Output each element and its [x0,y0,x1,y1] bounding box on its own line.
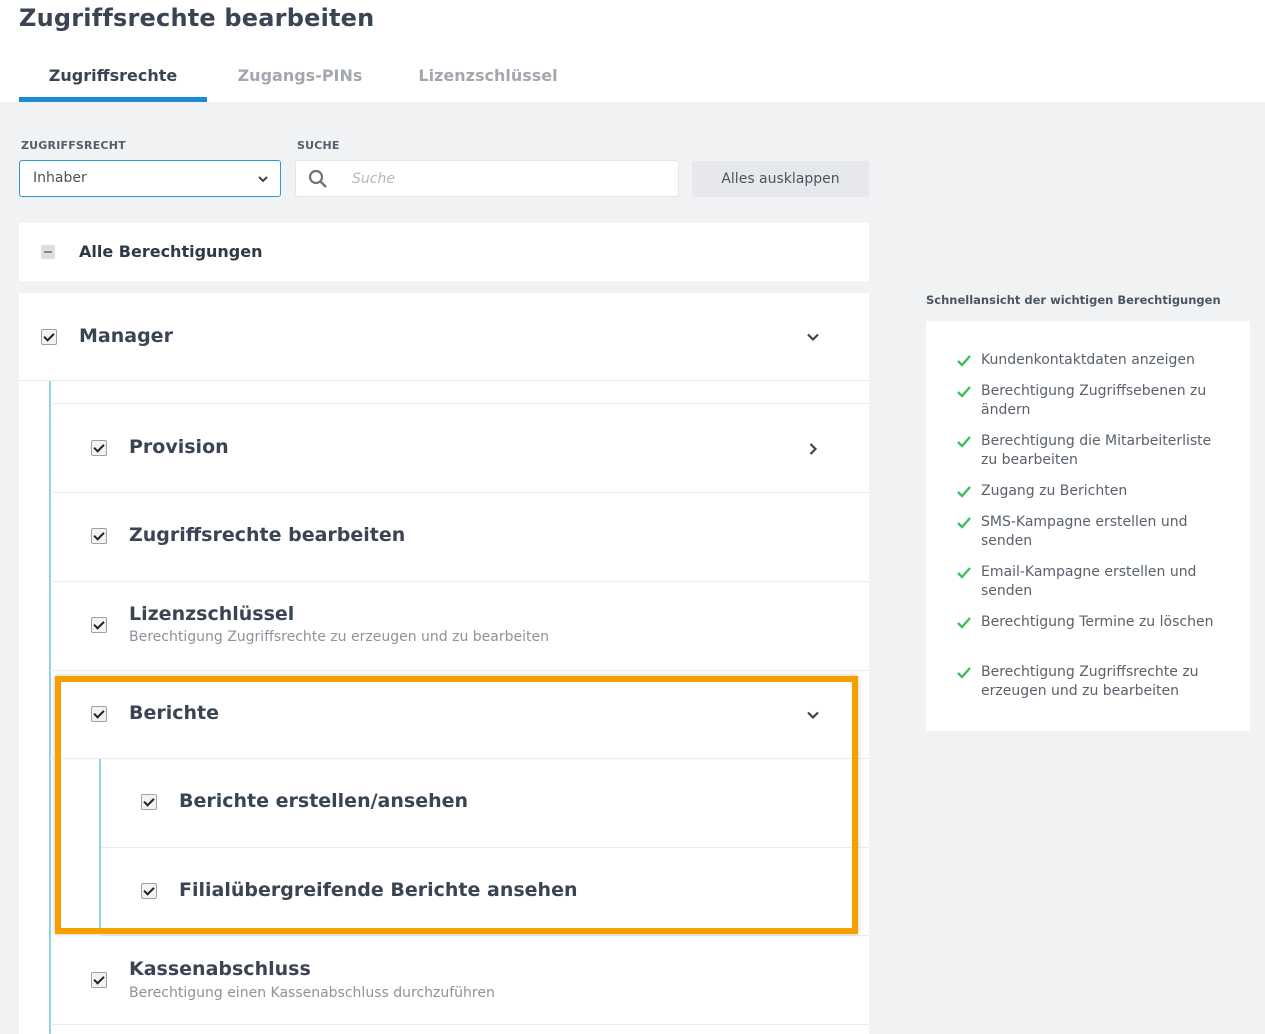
permission-tree: Manager Provision Zugriffsrechte bearbei… [19,293,869,1034]
quick-view-item: Berechtigung Zugriffsrechte zu erzeugen … [981,664,1199,699]
provision-checkbox[interactable] [91,440,107,456]
tree-row-provision[interactable]: Provision [50,404,869,493]
check-icon [956,615,972,634]
chevron-down-icon [256,171,270,190]
check-icon [956,434,972,453]
manager-checkbox[interactable] [41,329,57,345]
quick-view-item: Berechtigung die Mitarbeiterliste zu bea… [981,433,1212,468]
check-icon [956,484,972,503]
quick-view-item: Email-Kampagne erstellen und senden [981,564,1197,599]
zugriffsrechte-checkbox[interactable] [91,528,107,544]
quick-view-card: Kundenkontaktdaten anzeigen Berechtigung… [926,321,1250,731]
tree-row-zugriffsrechte[interactable]: Zugriffsrechte bearbeiten [50,493,869,582]
berichte-erstellen-checkbox[interactable] [141,794,157,810]
tree-row-kassenabschluss[interactable]: Kassenabschluss Berechtigung einen Kasse… [50,936,869,1025]
tree-row-berichte-erstellen[interactable]: Berichte erstellen/ansehen [101,759,869,848]
tab-zugriffsrechte[interactable]: Zugriffsrechte [19,66,207,85]
berichte-erstellen-label: Berichte erstellen/ansehen [179,790,469,812]
search-input[interactable] [352,165,662,193]
lizenzschluessel-checkbox[interactable] [91,617,107,633]
chevron-right-icon[interactable] [805,441,821,461]
manager-label: Manager [79,325,173,347]
chevron-down-icon[interactable] [805,329,821,349]
page-title: Zugriffsrechte bearbeiten [19,4,375,32]
all-permissions-label: Alle Berechtigungen [79,242,263,261]
tree-row-filialuebergreifend[interactable]: Filialübergreifende Berichte ansehen [101,848,869,936]
lizenzschluessel-label: Lizenzschlüssel [129,603,295,625]
quick-view-item: Kundenkontaktdaten anzeigen [981,352,1195,368]
tab-zugangs-pins[interactable]: Zugangs-PINs [224,66,376,85]
check-icon [956,565,972,584]
berichte-checkbox[interactable] [91,706,107,722]
check-icon [956,515,972,534]
quick-view-item: SMS-Kampagne erstellen und senden [981,514,1188,549]
expand-all-button[interactable]: Alles ausklappen [692,161,869,197]
all-permissions-row[interactable]: Alle Berechtigungen [19,223,869,281]
tree-row-lizenzschluessel[interactable]: Lizenzschlüssel Berechtigung Zugriffsrec… [50,582,869,671]
active-tab-indicator [19,97,207,102]
tree-spacer [50,381,869,404]
search-box [295,160,679,197]
zugriffsrechte-label: Zugriffsrechte bearbeiten [129,524,406,546]
lizenzschluessel-description: Berechtigung Zugriffsrechte zu erzeugen … [129,629,549,645]
filialuebergreifend-label: Filialübergreifende Berichte ansehen [179,879,578,901]
tree-row-manager[interactable]: Manager [19,293,869,381]
quick-view-item: Berechtigung Termine zu löschen [981,614,1214,630]
role-label: ZUGRIFFSRECHT [21,139,126,152]
tab-lizenzschluessel[interactable]: Lizenzschlüssel [404,66,572,85]
all-permissions-checkbox[interactable] [41,245,55,259]
filialuebergreifend-checkbox[interactable] [141,883,157,899]
berichte-label: Berichte [129,702,220,724]
check-icon [956,384,972,403]
provision-label: Provision [129,436,229,458]
search-icon [308,169,328,193]
kassenabschluss-checkbox[interactable] [91,972,107,988]
quick-view-item: Berechtigung Zugriffsebenen zu ändern [981,383,1207,418]
kassenabschluss-description: Berechtigung einen Kassenabschluss durch… [129,985,495,1001]
quick-view-heading: Schnellansicht der wichtigen Berechtigun… [926,293,1221,307]
check-icon [956,665,972,684]
quick-view-item: Zugang zu Berichten [981,483,1128,499]
role-select-value: Inhaber [33,170,87,186]
search-label: SUCHE [297,139,340,152]
header: Zugriffsrechte bearbeiten Zugriffsrechte… [0,0,1265,102]
check-icon [956,353,972,372]
chevron-down-icon[interactable] [805,707,821,727]
tree-row-berichte[interactable]: Berichte [50,671,869,759]
role-select[interactable]: Inhaber [19,160,281,197]
kassenabschluss-label: Kassenabschluss [129,958,311,980]
